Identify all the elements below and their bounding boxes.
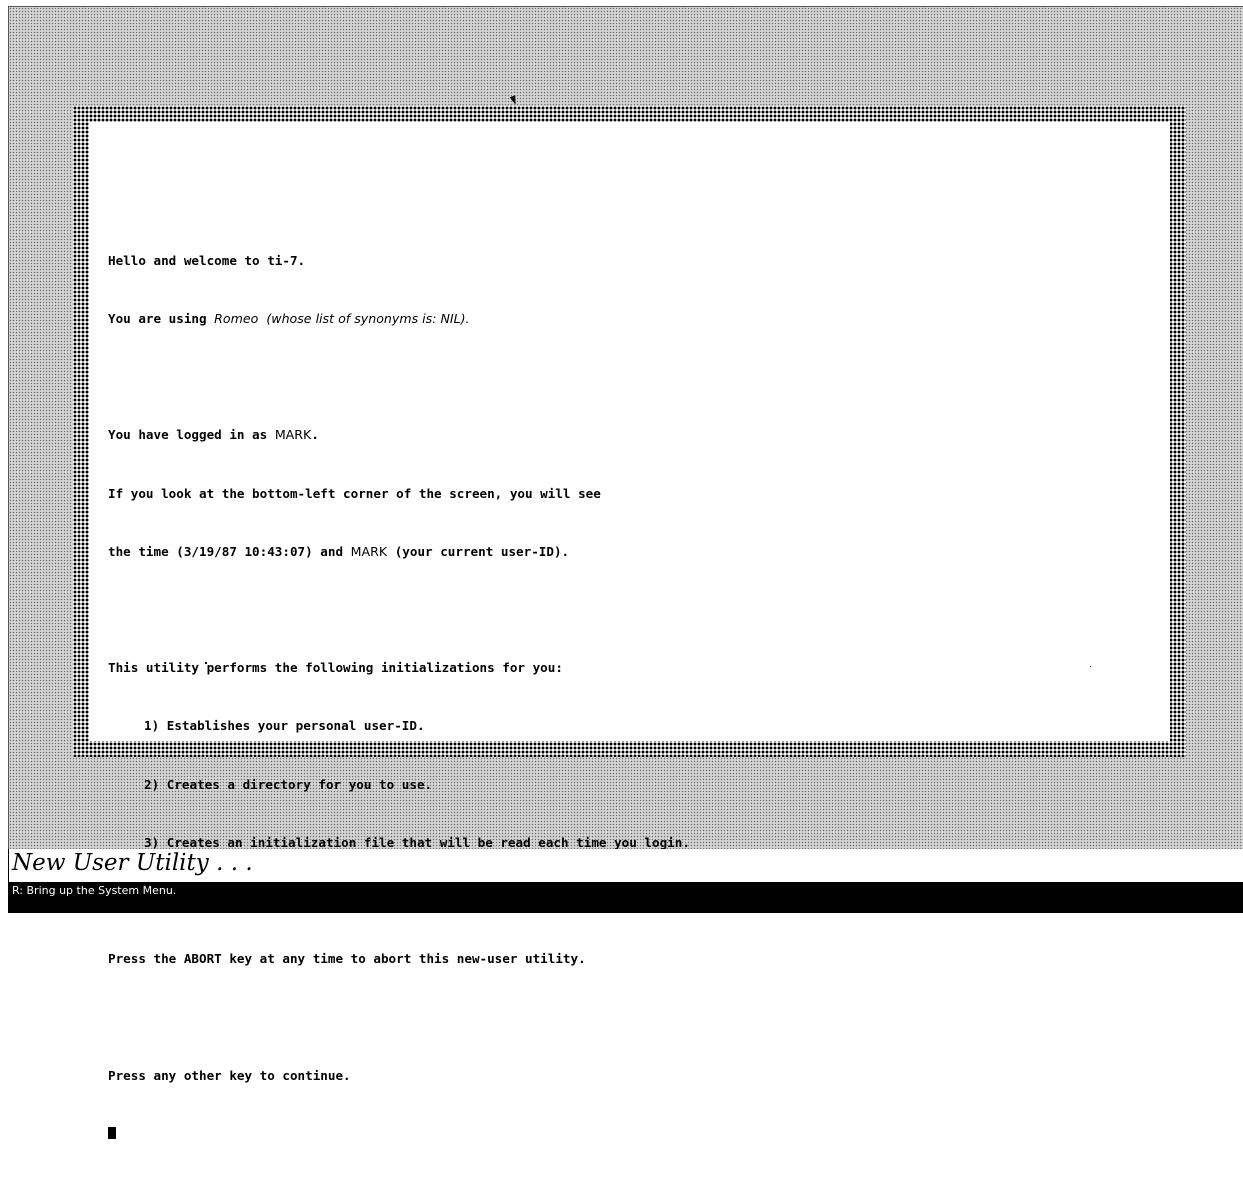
- machine-line: You are using Romeo (whose list of synon…: [108, 309, 1160, 328]
- login-line-suffix: .: [311, 427, 319, 443]
- login-line: You have logged in as MARK.: [108, 425, 1160, 444]
- mode-line-title: New User Utility . . .: [12, 850, 253, 876]
- screen-speck: [205, 662, 207, 664]
- machine-synonyms: (whose list of synonyms is: NIL).: [258, 311, 470, 327]
- time-line-user: MARK: [350, 543, 388, 559]
- window-text: Hello and welcome to ti-7. You are using…: [108, 212, 1160, 1182]
- welcome-line: Hello and welcome to ti-7.: [108, 252, 306, 268]
- continue-prompt-line: Press any other key to continue.: [108, 1067, 351, 1083]
- abort-hint-line: Press the ABORT key at any time to abort…: [108, 951, 586, 967]
- login-user: MARK: [274, 427, 312, 443]
- corner-hint-line: If you look at the bottom-left corner of…: [108, 485, 601, 501]
- machine-name: Romeo: [214, 311, 259, 327]
- machine-line-prefix: You are using: [108, 311, 215, 327]
- time-line-prefix: the time (3/19/87 10:43:07) and: [108, 543, 351, 559]
- status-bar: R: Bring up the System Menu.: [8, 882, 1243, 913]
- time-line-suffix: (your current user-ID).: [387, 543, 570, 559]
- login-line-prefix: You have logged in as: [108, 427, 275, 443]
- time-line: the time (3/19/87 10:43:07) and MARK (yo…: [108, 542, 1160, 561]
- init-step-2: 2) Creates a directory for you to use.: [144, 776, 433, 792]
- window-content[interactable]: Hello and welcome to ti-7. You are using…: [89, 122, 1170, 1139]
- new-user-window[interactable]: Hello and welcome to ti-7. You are using…: [73, 106, 1186, 1139]
- input-line[interactable]: [108, 1124, 1160, 1143]
- utility-intro-line: This utility performs the following init…: [108, 660, 563, 676]
- init-step-1: 1) Establishes your personal user-ID.: [144, 718, 425, 734]
- mouse-doc-text: R: Bring up the System Menu.: [12, 884, 177, 897]
- text-cursor: [108, 1126, 116, 1139]
- screen-speck: [1090, 666, 1091, 667]
